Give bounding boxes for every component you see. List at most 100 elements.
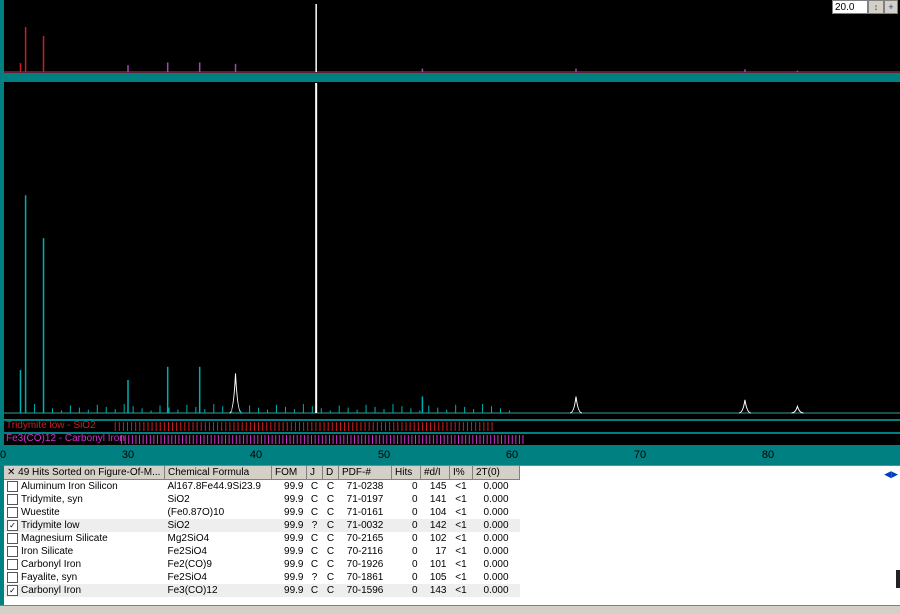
hit-di-text: 143 [429,585,447,596]
hit-formula-text: Mg2SiO4 [167,533,210,544]
hit-row[interactable]: Tridymite, syn SiO2 99.9 C C 71-0197 0 141 <1 0.0… [4,493,520,506]
hit-name: Fayalite, syn [4,571,165,584]
hit-table: ✕ 49 Hits Sorted on Figure-Of-M... Chemi… [4,466,520,597]
hit-ipct-text: <1 [455,546,467,557]
hit-count: 0 [392,584,421,597]
hit-row[interactable]: Carbonyl Iron Fe2(CO)9 99.9 C C 70-1926 0 101 <1… [4,558,520,571]
hit-count-text: 0 [411,533,418,544]
col-header-2t0[interactable]: 2T(0) [472,466,520,480]
hit-j: C [307,480,323,494]
hit-j: ? [307,519,323,532]
hit-ipct: <1 [450,480,473,494]
x-tick-label: 40 [249,449,263,461]
hit-2t0-text: 0.000 [483,494,509,505]
hit-row[interactable]: Iron Silicate Fe2SiO4 99.9 C C 70-2116 0 17 <1 0.… [4,545,520,558]
unchecked-checkbox[interactable] [7,493,18,505]
hit-fom: 99.9 [272,584,307,597]
hit-pdf: 70-1926 [339,558,392,571]
col-header-j[interactable]: J [306,466,323,480]
col-header-fom[interactable]: FOM [271,466,307,480]
hit-fom-text: 99.9 [284,494,304,505]
hit-j: C [307,545,323,558]
hit-ipct: <1 [450,519,473,532]
hit-ipct-text: <1 [455,585,467,596]
hit-2t0: 0.000 [473,506,520,519]
hit-d-text: C [326,559,335,570]
hit-count: 0 [392,506,421,519]
hit-row[interactable]: Aluminum Iron Silicon Al167.8Fe44.9Si23.9… [4,480,520,494]
x-tick-label: 70 [633,449,647,461]
hit-formula-text: (Fe0.87O)10 [167,507,225,518]
hit-row[interactable]: Fayalite, syn Fe2SiO4 99.9? C 70-1861 0 105 <1 0… [4,571,520,584]
hit-fom-text: 99.9 [284,481,304,492]
hit-pdf-text: 70-1926 [346,559,384,570]
zoom-spin-icon[interactable]: ↕ [868,0,884,14]
x-tick-label: 30 [121,449,135,461]
col-header-hitcount[interactable]: Hits [391,466,421,480]
hit-table-body: Aluminum Iron Silicon Al167.8Fe44.9Si23.9… [4,480,520,597]
zoom-control[interactable]: 20.0 ↕ + [832,0,898,16]
vertical-scrollbar[interactable] [896,570,900,588]
hit-row[interactable]: Magnesium Silicate Mg2SiO4 99.9 C C 70-2165 0 1… [4,532,520,545]
hit-fom-text: 99.9 [284,520,304,531]
scroll-arrows-icon[interactable]: ◀▶ [884,469,898,480]
hit-count-text: 0 [411,585,418,596]
unchecked-checkbox[interactable] [7,571,18,583]
hit-fom-text: 99.9 [284,559,304,570]
reference-ticks-carbonyl-iron [121,435,524,444]
reference-ticks-tridymite [114,422,493,431]
hit-2t0-text: 0.000 [483,585,509,596]
hit-fom: 99.9 [272,571,307,584]
unchecked-checkbox[interactable] [7,558,18,570]
hit-count-text: 0 [411,507,418,518]
reference-pattern-tridymite[interactable]: Tridymite low - SiO2 [4,421,900,432]
hit-di: 141 [421,493,450,506]
hit-ipct: <1 [450,493,473,506]
col-header-ipct[interactable]: I% [449,466,473,480]
hit-ipct-text: <1 [455,520,467,531]
col-header-pdf[interactable]: PDF-# [338,466,392,480]
diffraction-pattern-plot[interactable] [4,82,900,419]
zoom-value-field[interactable]: 20.0 [832,0,868,14]
zoom-apply-icon[interactable]: + [884,0,898,14]
hit-2t0-text: 0.000 [483,546,509,557]
hit-ipct-text: <1 [455,572,467,583]
unchecked-checkbox[interactable] [7,506,18,518]
search-match-hit-list[interactable]: ✕ 49 Hits Sorted on Figure-Of-M... Chemi… [4,465,900,614]
unchecked-checkbox[interactable] [7,480,18,492]
hit-di-text: 145 [429,481,447,492]
hit-name: ✓ Carbonyl Iron [4,584,165,597]
col-header-di[interactable]: #d/I [420,466,450,480]
hit-row[interactable]: Wuestite (Fe0.87O)10 99.9 C C 71-0161 0 104 <1 0.… [4,506,520,519]
hit-di: 145 [421,480,450,494]
hit-di-text: 17 [435,546,447,557]
hit-di-text: 142 [429,520,447,531]
overview-pattern-plot[interactable] [4,0,900,73]
unchecked-checkbox[interactable] [7,545,18,557]
hit-pdf: 70-2165 [339,532,392,545]
hit-count-text: 0 [411,494,418,505]
hit-di-text: 102 [429,533,447,544]
hit-row[interactable]: ✓ Carbonyl Iron Fe3(CO)12 99.9 C C 70-1596 0 143… [4,584,520,597]
hit-d-text: C [326,520,335,531]
hit-count: 0 [392,519,421,532]
hit-2t0: 0.000 [473,558,520,571]
hit-name-text: Carbonyl Iron [21,559,82,570]
hit-count: 0 [392,493,421,506]
unchecked-checkbox[interactable] [7,532,18,544]
col-header-d[interactable]: D [322,466,339,480]
hit-formula-text: Fe2SiO4 [167,546,207,557]
hit-formula: SiO2 [165,493,272,506]
reference-pattern-carbonyl-iron[interactable]: Fe3(CO)12 - Carbonyl Iron [4,434,900,445]
hit-j: C [307,506,323,519]
hit-row[interactable]: ✓ Tridymite low SiO2 99.9? C 71-0032 0 142 <1 0.0… [4,519,520,532]
checked-checkbox[interactable]: ✓ [7,519,18,531]
hit-name: Wuestite [4,506,165,519]
col-header-hits[interactable]: ✕ 49 Hits Sorted on Figure-Of-M... [4,466,165,480]
hit-count: 0 [392,480,421,494]
hit-fom: 99.9 [272,480,307,494]
checked-checkbox[interactable]: ✓ [7,584,18,596]
hit-name-text: Tridymite low [21,520,80,531]
hit-count: 0 [392,545,421,558]
col-header-formula[interactable]: Chemical Formula [164,466,272,480]
